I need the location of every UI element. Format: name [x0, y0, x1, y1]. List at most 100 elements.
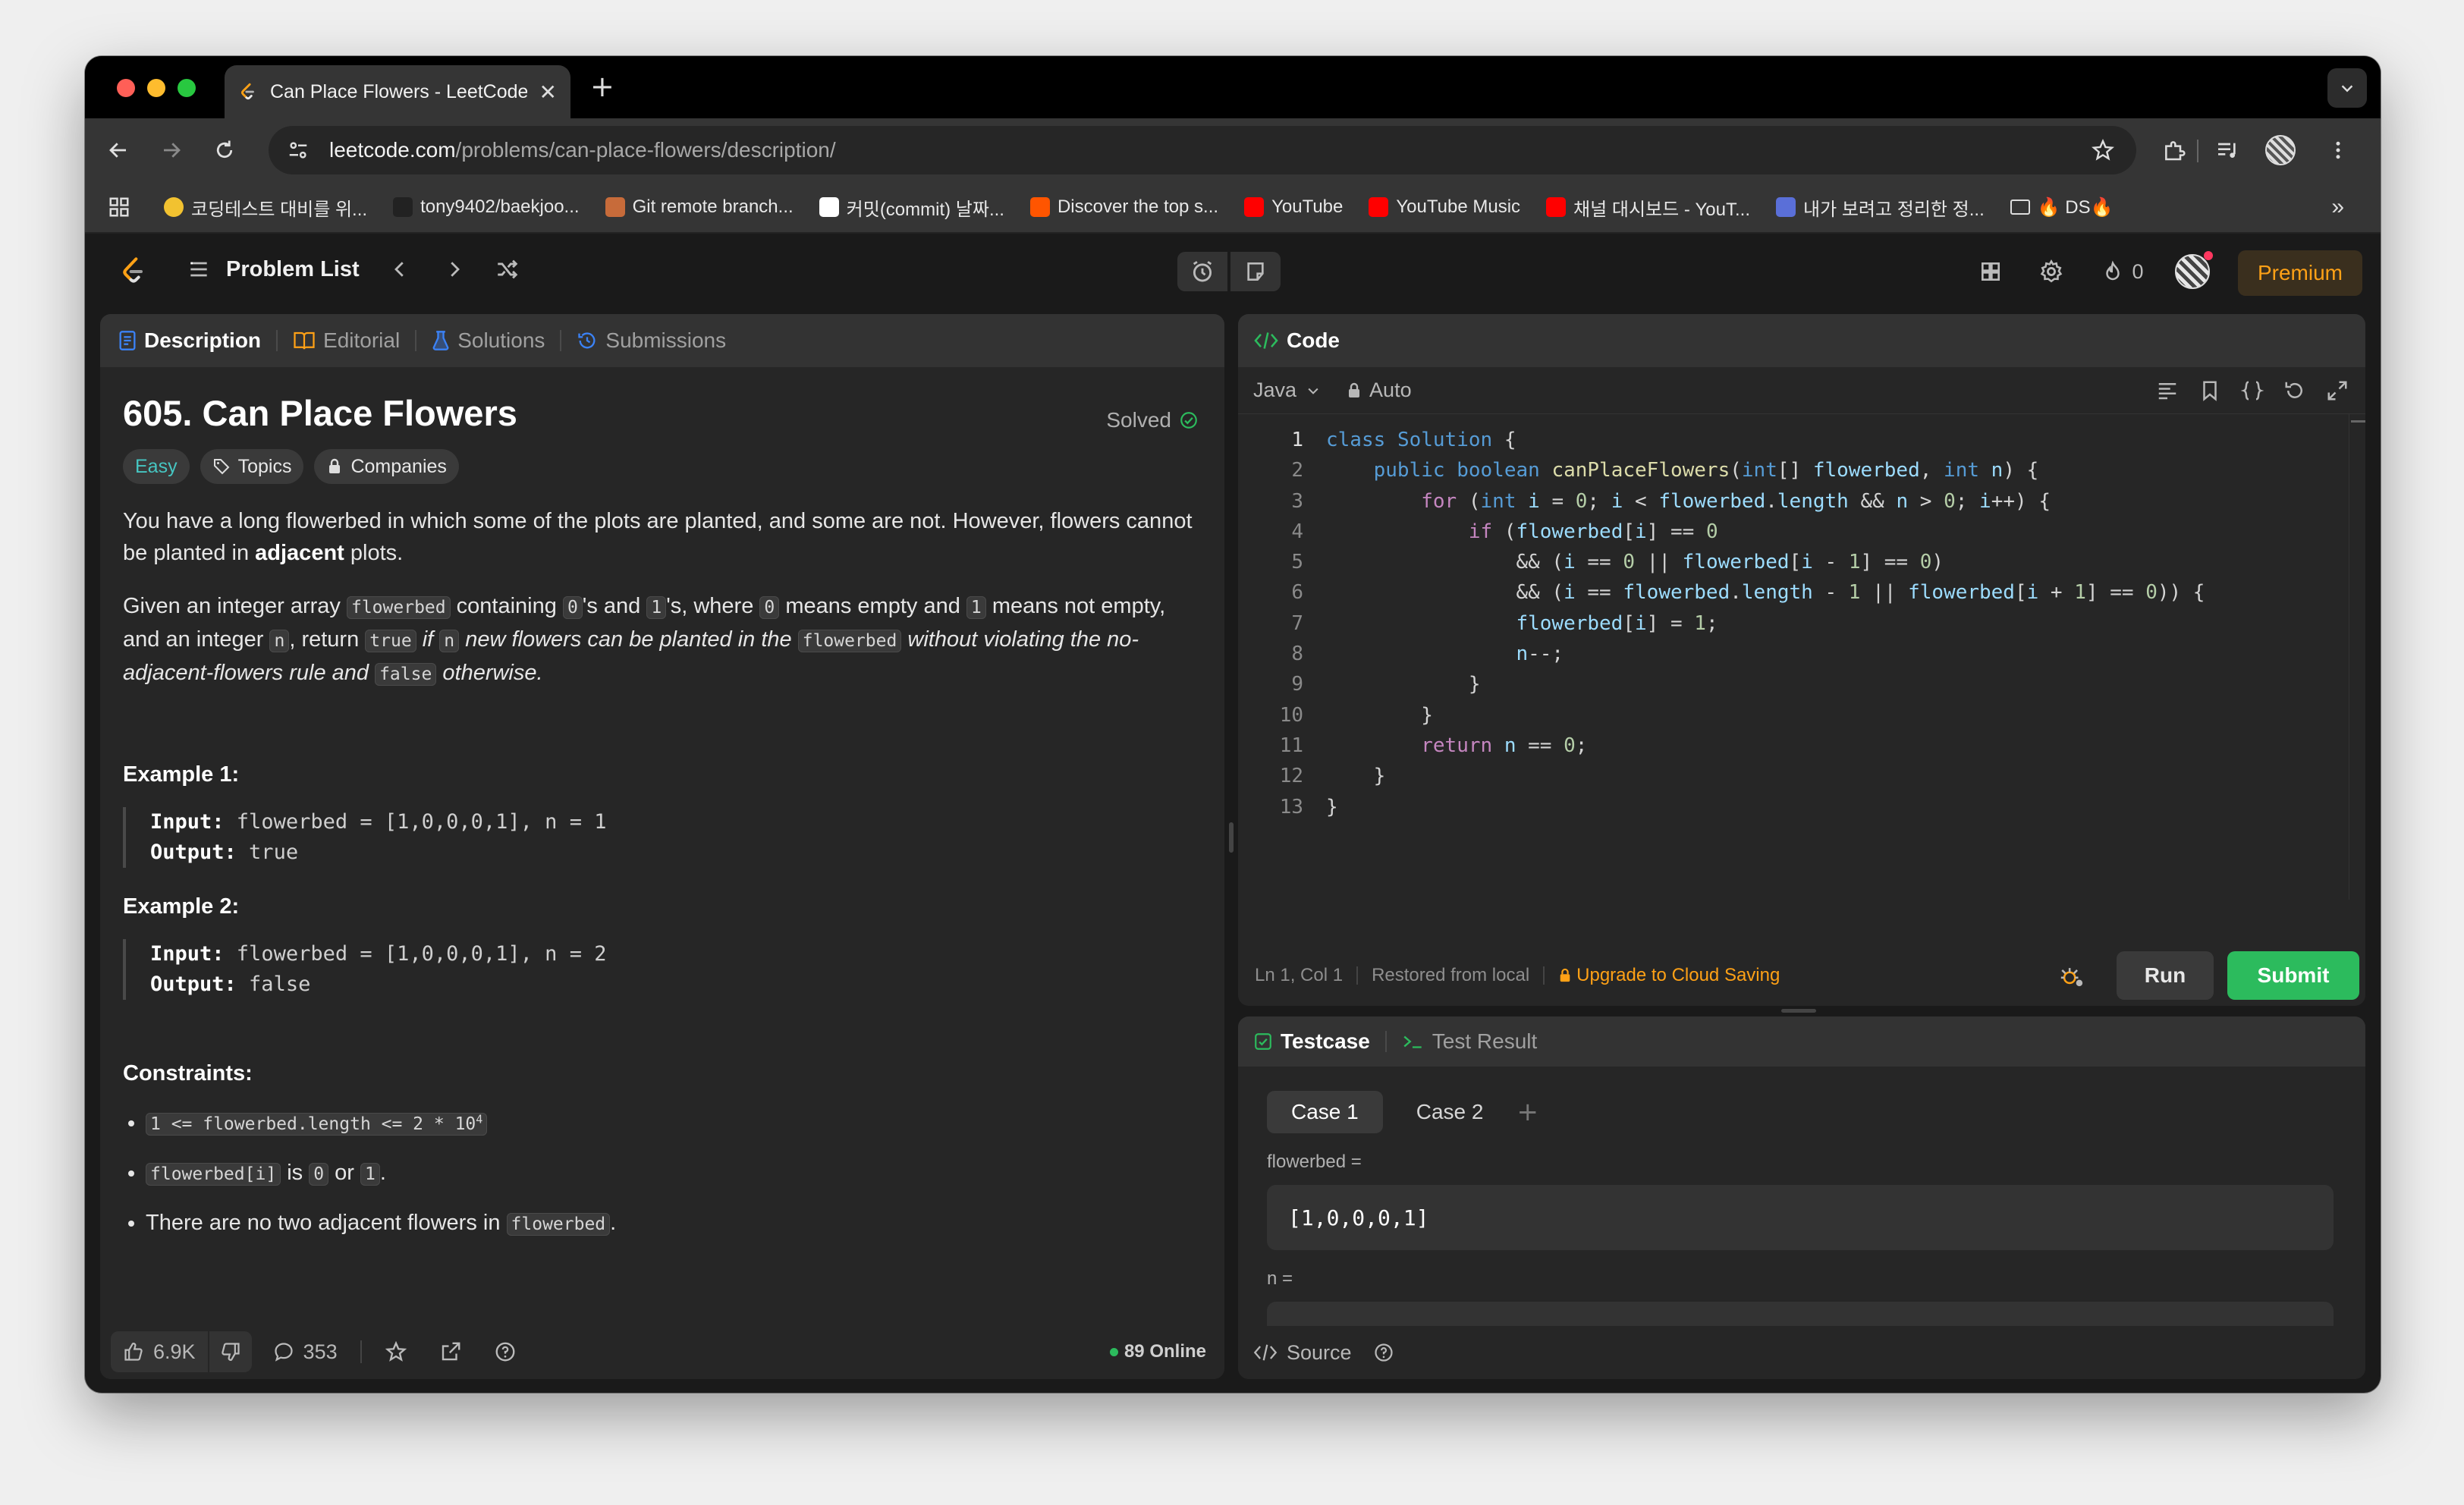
code-editor[interactable]: 1 class Solution { 2 public boolean canPl…	[1238, 425, 2365, 822]
leetcode-header: Problem List 0 Premium	[85, 234, 2381, 309]
more-bookmarks-icon[interactable]: »	[2331, 194, 2344, 220]
tab-solutions-label: Solutions	[457, 328, 545, 352]
close-window-button[interactable]	[117, 79, 135, 97]
bookmark-item[interactable]: 코딩테스트 대비를 위...	[164, 194, 367, 221]
bookmark-icon[interactable]	[2198, 379, 2221, 402]
source-link[interactable]: Source	[1287, 1341, 1352, 1365]
bookmark-label: Discover the top s...	[1057, 196, 1219, 217]
case-2-tab[interactable]: Case 2	[1392, 1091, 1508, 1133]
problem-title: 605. Can Place Flowers	[123, 393, 517, 433]
tab-title: Can Place Flowers - LeetCode	[270, 80, 527, 102]
tab-submissions[interactable]: Submissions	[577, 328, 726, 353]
minimize-window-button[interactable]	[147, 79, 165, 97]
user-avatar-button[interactable]	[2173, 251, 2213, 291]
bookmark-item[interactable]: 채널 대시보드 - YouT...	[1546, 194, 1750, 221]
bookmark-favicon-icon	[1029, 197, 1050, 217]
bookmark-item[interactable]: 🔥 DS🔥	[2010, 196, 2114, 218]
curly-braces-icon[interactable]	[2241, 379, 2264, 402]
comments-button[interactable]: 353	[273, 1340, 338, 1364]
bookmark-item[interactable]: YouTube	[1244, 196, 1343, 218]
bookmark-label: 내가 보려고 정리한 정...	[1803, 199, 1985, 220]
bookmark-item[interactable]: 커밋(commit) 날짜...	[819, 194, 1004, 221]
editor-scrollbar[interactable]	[2349, 414, 2365, 900]
timer-button[interactable]	[1177, 252, 1227, 291]
bookmark-item[interactable]: tony9402/baekjoo...	[393, 196, 580, 218]
flowerbed-input[interactable]: [1,0,0,0,1]	[1267, 1185, 2334, 1250]
help-icon[interactable]	[1373, 1342, 1394, 1363]
language-select[interactable]: Java	[1253, 379, 1321, 402]
bookmark-item[interactable]: Git remote branch...	[605, 196, 794, 218]
horizontal-splitter[interactable]	[1781, 1009, 1816, 1013]
debugger-icon[interactable]	[2059, 963, 2085, 988]
site-settings-icon[interactable]	[287, 139, 310, 162]
tab-code[interactable]: Code	[1253, 328, 1340, 353]
streak-counter[interactable]: 0	[2091, 252, 2154, 291]
add-case-icon[interactable]: +	[1516, 1097, 1538, 1127]
settings-button[interactable]	[2032, 252, 2071, 291]
help-icon[interactable]	[494, 1340, 517, 1363]
shuffle-icon[interactable]	[495, 256, 520, 282]
constraint-item: 1 <= flowerbed.length <= 2 * 104	[146, 1103, 1200, 1140]
expand-icon[interactable]	[2326, 379, 2349, 402]
tab-divider	[415, 330, 417, 351]
tab-test-result-label: Test Result	[1432, 1029, 1538, 1053]
back-button[interactable]	[100, 132, 137, 168]
reset-icon[interactable]	[2283, 379, 2306, 402]
prev-problem-icon[interactable]	[388, 258, 411, 281]
dislike-button[interactable]	[209, 1331, 252, 1372]
format-icon[interactable]	[2156, 379, 2179, 402]
forward-button[interactable]	[153, 132, 190, 168]
restored-status: Restored from local	[1372, 965, 1530, 985]
bookmark-label: 🔥 DS🔥	[2037, 196, 2114, 218]
close-tab-icon[interactable]: ✕	[539, 80, 557, 105]
code-line: 8 n--;	[1291, 643, 1564, 666]
toolbar-divider	[2197, 140, 2198, 162]
run-button[interactable]: Run	[2117, 951, 2214, 1000]
bookmark-label: 채널 대시보드 - YouT...	[1573, 199, 1751, 220]
note-icon	[1247, 262, 1264, 281]
apps-grid-icon[interactable]	[108, 196, 130, 218]
notes-button[interactable]	[1230, 252, 1281, 291]
tab-editorial[interactable]: Editorial	[293, 328, 400, 353]
bookmark-item[interactable]: YouTube Music	[1369, 196, 1520, 218]
upgrade-label: Upgrade to Cloud Saving	[1576, 965, 1780, 985]
case-1-tab[interactable]: Case 1	[1267, 1091, 1383, 1133]
like-button[interactable]: 6.9K	[111, 1331, 208, 1372]
bookmark-item[interactable]: 내가 보려고 정리한 정...	[1776, 194, 1985, 221]
tab-search-button[interactable]	[2327, 68, 2367, 108]
leetcode-logo-icon[interactable]	[118, 256, 149, 291]
problem-list-link[interactable]: Problem List	[226, 257, 360, 282]
premium-button[interactable]: Premium	[2237, 250, 2362, 296]
tab-test-result[interactable]: Test Result	[1402, 1029, 1538, 1054]
bookmark-favicon-icon	[393, 197, 413, 217]
browser-menu-button[interactable]	[2320, 132, 2356, 168]
next-problem-icon[interactable]	[443, 258, 466, 281]
bookmark-star-icon[interactable]	[2091, 138, 2115, 162]
bookmark-label: 커밋(commit) 날짜...	[846, 199, 1004, 220]
new-tab-button[interactable]: +	[590, 70, 614, 103]
language-label: Java	[1253, 379, 1297, 401]
auto-mode-toggle[interactable]: Auto	[1347, 379, 1412, 402]
vertical-splitter[interactable]	[1229, 822, 1234, 853]
submit-button[interactable]: Submit	[2227, 951, 2359, 1000]
maximize-window-button[interactable]	[178, 79, 196, 97]
reload-button[interactable]	[206, 132, 243, 168]
companies-chip[interactable]: Companies	[314, 449, 459, 484]
extensions-button[interactable]	[2156, 132, 2192, 168]
solved-label: Solved	[1106, 408, 1171, 432]
address-bar[interactable]: leetcode.com/problems/can-place-flowers/…	[269, 126, 2136, 174]
topics-chip[interactable]: Topics	[200, 449, 304, 484]
browser-tab[interactable]: Can Place Flowers - LeetCode ✕	[225, 65, 570, 118]
layout-button[interactable]	[1971, 252, 2010, 291]
cursor-position: Ln 1, Col 1	[1255, 965, 1344, 985]
arrow-left-icon	[109, 143, 126, 158]
favorite-star-icon[interactable]	[385, 1340, 407, 1363]
tab-testcase[interactable]: Testcase	[1253, 1029, 1370, 1054]
profile-avatar-button[interactable]	[2262, 132, 2299, 168]
share-icon[interactable]	[439, 1340, 462, 1363]
media-control-button[interactable]	[2209, 132, 2246, 168]
tab-solutions[interactable]: Solutions	[432, 328, 545, 353]
tab-description[interactable]: Description	[118, 328, 261, 353]
upgrade-cloud-link[interactable]: Upgrade to Cloud Saving	[1558, 965, 1780, 986]
bookmark-item[interactable]: Discover the top s...	[1029, 196, 1219, 218]
